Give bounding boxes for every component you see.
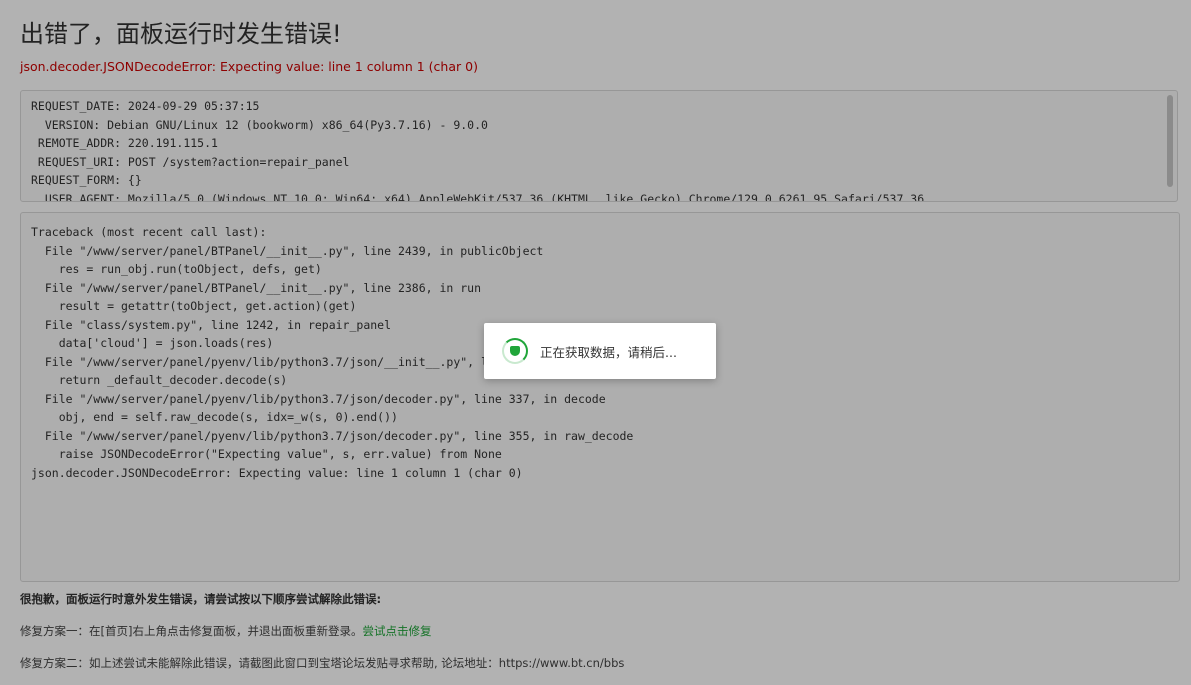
loading-dialog: 正在获取数据，请稍后... [484,323,716,379]
bt-logo-icon [510,346,520,356]
loading-message: 正在获取数据，请稍后... [540,344,677,360]
loading-spinner-icon [502,338,528,364]
